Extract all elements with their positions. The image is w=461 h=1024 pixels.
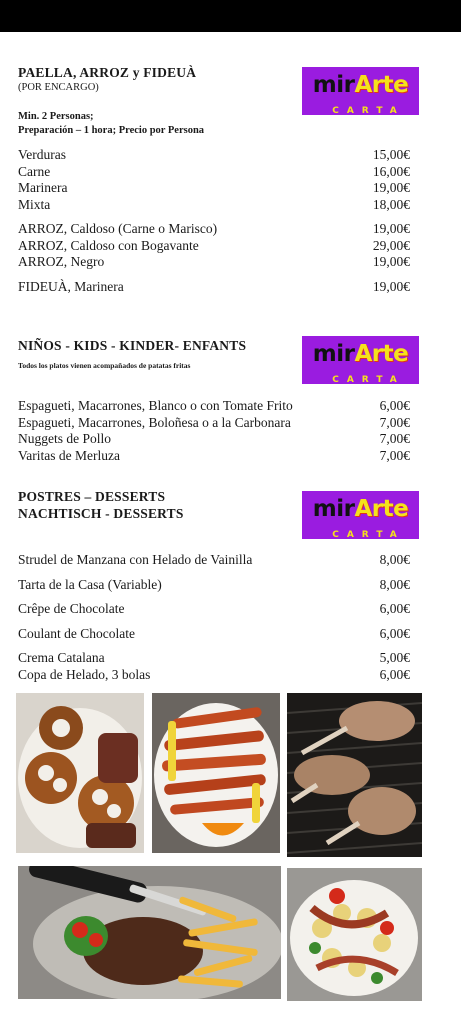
menu-item: Tarta de la Casa (Variable) 8,00€ [18, 576, 410, 592]
logo-text-2: Arte [354, 496, 409, 522]
menu-item: Crêpe de Chocolate 6,00€ [18, 601, 410, 616]
mirarte-logo: mirArte CARTA [302, 491, 419, 539]
menu-item: FIDEUÀ, Marinera 19,00€ [18, 278, 410, 294]
steak-fries-photo [18, 866, 281, 999]
paella-list: Verduras 15,00€ Carne 16,00€ Marinera 19,00… [18, 147, 410, 295]
logo-text-2: Arte [354, 72, 409, 98]
menu-item: Espagueti, Macarrones, Blanco o con Toma… [18, 398, 410, 413]
menu-item: Mixta 18,00€ [18, 196, 410, 212]
grilled-ribs-photo [287, 693, 422, 857]
status-bar [0, 0, 461, 32]
octopus-potatoes-photo [287, 868, 422, 1001]
menu-item: Carne 16,00€ [18, 163, 410, 179]
desserts-list: Strudel de Manzana con Helado de Vainill… [18, 552, 410, 683]
menu-item: Varitas de Merluza 7,00€ [18, 447, 410, 463]
mirarte-logo: mirArte CARTA [302, 67, 419, 115]
kids-list: Espagueti, Macarrones, Blanco o con Toma… [18, 398, 410, 464]
menu-item: Crema Catalana 5,00€ [18, 650, 410, 665]
menu-item: Verduras 15,00€ [18, 147, 410, 162]
grilled-prawns-photo [152, 693, 280, 853]
menu-item: ARROZ, Caldoso con Bogavante 29,00€ [18, 237, 410, 253]
menu-item: Espagueti, Macarrones, Boloñesa o a la C… [18, 414, 410, 430]
paella-note-2: Preparación – 1 hora; Precio por Persona [18, 125, 205, 136]
logo-text-1: mir [312, 496, 355, 522]
logo-text-2: Arte [354, 341, 409, 367]
menu-item: Marinera 19,00€ [18, 180, 410, 195]
logo-text-1: mir [312, 341, 355, 367]
logo-text-1: mir [312, 72, 355, 98]
logo-tagline: CARTA [332, 106, 405, 115]
menu-item: Coulant de Chocolate 6,00€ [18, 625, 410, 641]
mirarte-logo: mirArte CARTA [302, 336, 419, 384]
logo-tagline: CARTA [332, 530, 405, 539]
menu-item: Nuggets de Pollo 7,00€ [18, 431, 410, 446]
menu-item: Copa de Helado, 3 bolas 6,00€ [18, 666, 410, 682]
logo-tagline: CARTA [332, 375, 405, 384]
menu-item: ARROZ, Caldoso (Carne o Marisco) 19,00€ [18, 221, 410, 236]
menu-item: Strudel de Manzana con Helado de Vainill… [18, 552, 410, 567]
menu-item: ARROZ, Negro 19,00€ [18, 254, 410, 269]
pretzel-platter-photo [16, 693, 144, 853]
